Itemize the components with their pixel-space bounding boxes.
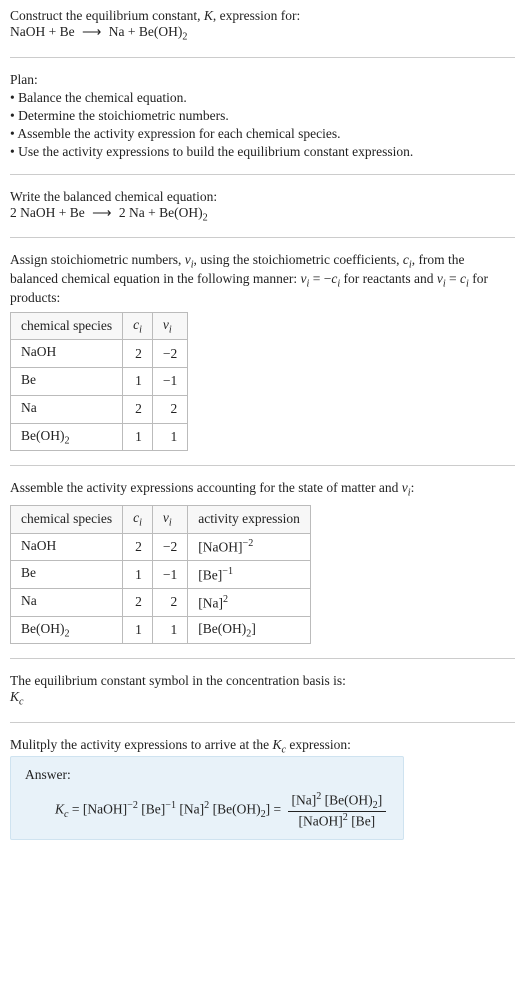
answer-box: Answer: Kc = [NaOH]−2 [Be]−1 [Na]2 [Be(O… bbox=[10, 756, 404, 841]
divider bbox=[10, 57, 515, 58]
table-row: Be 1 −1 [Be]−1 bbox=[11, 561, 311, 589]
cell-nui: −1 bbox=[152, 561, 187, 589]
cell-ci: 2 bbox=[123, 533, 153, 561]
col-species: chemical species bbox=[11, 312, 123, 340]
product: Be(OH)2 bbox=[139, 24, 188, 39]
col-nui: νi bbox=[152, 312, 187, 340]
reactant: NaOH bbox=[10, 24, 45, 39]
answer-expression: Kc = [NaOH]−2 [Be]−1 [Na]2 [Be(OH)2] = [… bbox=[25, 791, 389, 830]
unbalanced-equation: NaOH + Be ⟶ Na + Be(OH)2 bbox=[10, 24, 515, 43]
cell-activity: [Na]2 bbox=[188, 588, 311, 616]
col-ci: ci bbox=[123, 505, 153, 533]
cell-nui: −2 bbox=[152, 533, 187, 561]
table-row: Be 1 −1 bbox=[11, 368, 188, 396]
col-species: chemical species bbox=[11, 505, 123, 533]
table-row: NaOH 2 −2 [NaOH]−2 bbox=[11, 533, 311, 561]
cell-ci: 1 bbox=[123, 616, 153, 644]
divider bbox=[10, 465, 515, 466]
divider bbox=[10, 237, 515, 238]
reactant: Be bbox=[60, 24, 75, 39]
table-row: Be(OH)2 1 1 bbox=[11, 423, 188, 451]
basis-line: The equilibrium constant symbol in the c… bbox=[10, 673, 515, 689]
cell-nui: −2 bbox=[152, 340, 187, 368]
cell-activity: [NaOH]−2 bbox=[188, 533, 311, 561]
fraction: [Na]2 [Be(OH)2] [NaOH]2 [Be] bbox=[288, 791, 387, 830]
cell-nui: 1 bbox=[152, 423, 187, 451]
text: , expression for: bbox=[213, 8, 300, 23]
product: Na bbox=[109, 24, 125, 39]
plan-item: • Determine the stoichiometric numbers. bbox=[10, 108, 515, 124]
cell-species: Na bbox=[11, 588, 123, 616]
table-header-row: chemical species ci νi bbox=[11, 312, 188, 340]
product: Na bbox=[129, 205, 145, 220]
plan-list: • Balance the chemical equation. • Deter… bbox=[10, 90, 515, 160]
plan-item: • Balance the chemical equation. bbox=[10, 90, 515, 106]
cell-species: Be bbox=[11, 368, 123, 396]
answer-label: Answer: bbox=[25, 767, 389, 783]
plan-heading: Plan: bbox=[10, 72, 515, 88]
cell-nui: 2 bbox=[152, 395, 187, 423]
table-row: Na 2 2 bbox=[11, 395, 188, 423]
table-row: NaOH 2 −2 bbox=[11, 340, 188, 368]
product: Be(OH)2 bbox=[159, 205, 208, 220]
text: Construct the equilibrium constant, bbox=[10, 8, 204, 23]
plan-item: • Use the activity expressions to build … bbox=[10, 144, 515, 160]
cell-ci: 2 bbox=[123, 588, 153, 616]
cell-nui: −1 bbox=[152, 368, 187, 396]
cell-species: Be(OH)2 bbox=[11, 616, 123, 644]
table-header-row: chemical species ci νi activity expressi… bbox=[11, 505, 311, 533]
text: + bbox=[145, 205, 159, 220]
cell-species: Be(OH)2 bbox=[11, 423, 123, 451]
cell-species: NaOH bbox=[11, 533, 123, 561]
kc-symbol: Kc bbox=[10, 689, 515, 708]
stoich-text: Assign stoichiometric numbers, νi, using… bbox=[10, 252, 515, 305]
divider bbox=[10, 722, 515, 723]
table-row: Be(OH)2 1 1 [Be(OH)2] bbox=[11, 616, 311, 644]
cell-ci: 2 bbox=[123, 340, 153, 368]
cell-nui: 2 bbox=[152, 588, 187, 616]
coeff: 2 bbox=[119, 205, 129, 220]
cell-nui: 1 bbox=[152, 616, 187, 644]
cell-ci: 1 bbox=[123, 423, 153, 451]
arrow-icon: ⟶ bbox=[82, 24, 101, 40]
arrow-icon: ⟶ bbox=[92, 205, 111, 221]
cell-ci: 1 bbox=[123, 561, 153, 589]
balanced-equation: 2 NaOH + Be ⟶ 2 Na + Be(OH)2 bbox=[10, 205, 515, 224]
cell-ci: 1 bbox=[123, 368, 153, 396]
col-nui: νi bbox=[152, 505, 187, 533]
text: + bbox=[55, 205, 69, 220]
balanced-heading: Write the balanced chemical equation: bbox=[10, 189, 515, 205]
cell-species: Be bbox=[11, 561, 123, 589]
divider bbox=[10, 658, 515, 659]
reactant: Be bbox=[70, 205, 85, 220]
text: + bbox=[124, 24, 138, 39]
divider bbox=[10, 174, 515, 175]
multiply-line: Mulitply the activity expressions to arr… bbox=[10, 737, 515, 756]
cell-ci: 2 bbox=[123, 395, 153, 423]
plan-item: • Assemble the activity expression for e… bbox=[10, 126, 515, 142]
cell-activity: [Be(OH)2] bbox=[188, 616, 311, 644]
cell-species: NaOH bbox=[11, 340, 123, 368]
prompt-line: Construct the equilibrium constant, K, e… bbox=[10, 8, 515, 24]
cell-species: Na bbox=[11, 395, 123, 423]
activity-table: chemical species ci νi activity expressi… bbox=[10, 505, 311, 644]
table-row: Na 2 2 [Na]2 bbox=[11, 588, 311, 616]
coeff: 2 bbox=[10, 205, 20, 220]
col-activity: activity expression bbox=[188, 505, 311, 533]
reactant: NaOH bbox=[20, 205, 55, 220]
cell-activity: [Be]−1 bbox=[188, 561, 311, 589]
stoich-table: chemical species ci νi NaOH 2 −2 Be 1 −1… bbox=[10, 312, 188, 451]
variable-k: K bbox=[204, 8, 213, 23]
col-ci: ci bbox=[123, 312, 153, 340]
activity-text: Assemble the activity expressions accoun… bbox=[10, 480, 515, 499]
text: + bbox=[45, 24, 59, 39]
